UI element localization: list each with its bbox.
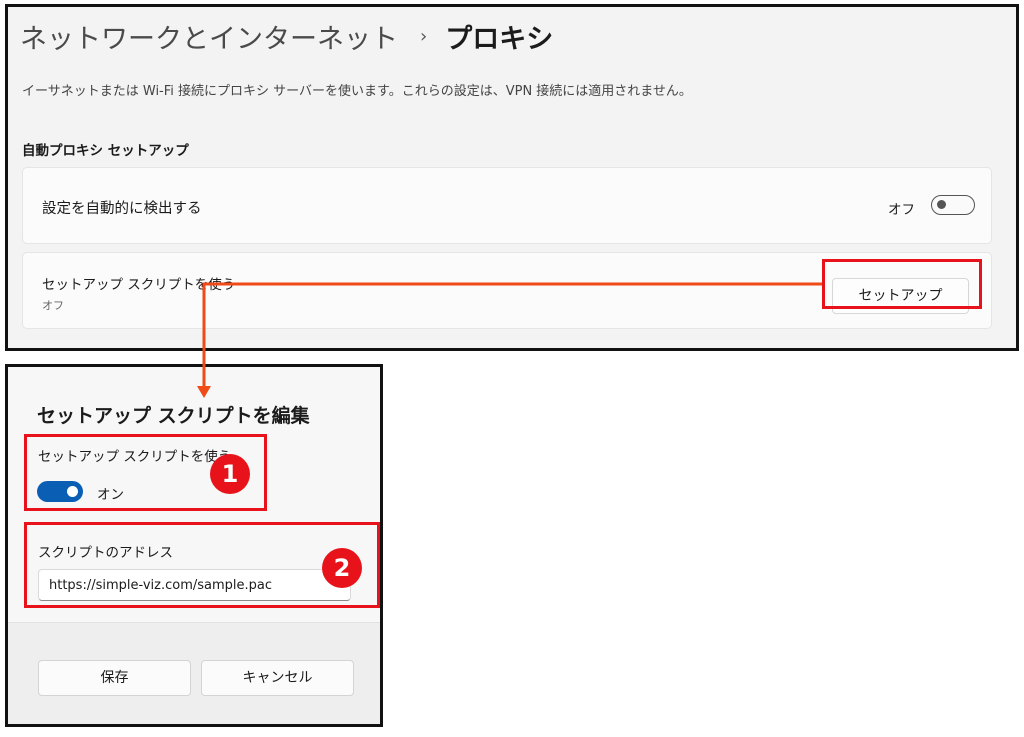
script-address-input[interactable]: https://simple-viz.com/sample.pac [38, 569, 351, 601]
edit-setup-script-dialog: セットアップ スクリプトを編集 セットアップ スクリプトを使う オン スクリプト… [5, 364, 383, 727]
toggle-knob [937, 200, 946, 209]
step-marker-2: 2 [322, 548, 362, 588]
proxy-settings-window: ネットワークとインターネット › プロキシ イーサネットまたは Wi-Fi 接続… [5, 4, 1019, 351]
auto-detect-toggle[interactable] [931, 195, 975, 215]
script-address-label: スクリプトのアドレス [38, 545, 173, 561]
section-title-auto-proxy: 自動プロキシ セットアップ [22, 143, 189, 159]
dialog-title: セットアップ スクリプトを編集 [37, 405, 310, 427]
setup-script-label: セットアップ スクリプトを使う [42, 277, 236, 293]
auto-detect-state-label: オフ [888, 202, 915, 218]
toggle-knob [67, 486, 78, 497]
cancel-button[interactable]: キャンセル [201, 660, 354, 696]
setup-script-status: オフ [42, 299, 64, 312]
auto-detect-label: 設定を自動的に検出する [42, 201, 202, 217]
page-description: イーサネットまたは Wi-Fi 接続にプロキシ サーバーを使います。これらの設定… [22, 84, 692, 99]
step-marker-1: 1 [210, 454, 250, 494]
auto-detect-settings-card: 設定を自動的に検出する オフ [22, 167, 992, 244]
page-title: プロキシ [445, 24, 554, 55]
use-script-state-label: オン [97, 487, 124, 503]
breadcrumb-network-internet[interactable]: ネットワークとインターネット [20, 17, 398, 56]
dialog-footer: 保存 キャンセル [8, 622, 380, 724]
breadcrumb: ネットワークとインターネット › プロキシ [20, 17, 553, 56]
save-button[interactable]: 保存 [38, 660, 191, 696]
chevron-right-icon: › [420, 26, 428, 47]
use-script-label: セットアップ スクリプトを使う [38, 449, 232, 465]
setup-script-card: セットアップ スクリプトを使う オフ セットアップ [22, 252, 992, 329]
use-script-toggle[interactable] [37, 481, 83, 502]
setup-button[interactable]: セットアップ [832, 278, 969, 314]
